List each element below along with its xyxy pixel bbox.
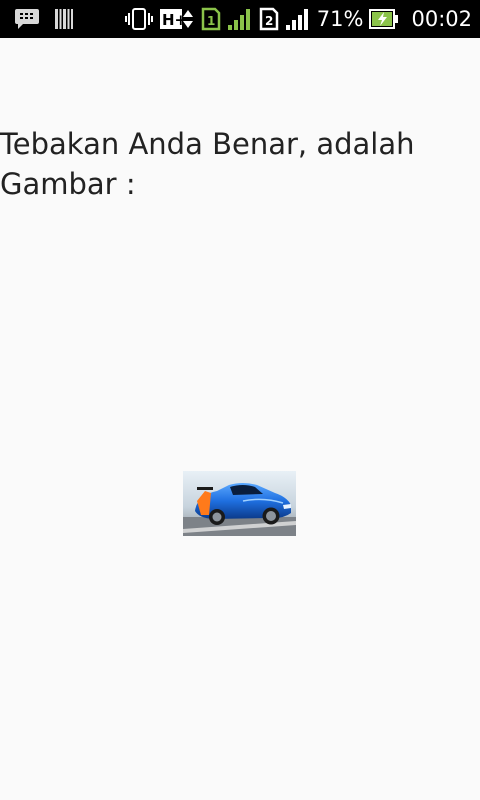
vibrate-icon (124, 7, 153, 31)
sim1-icon: 1 (201, 7, 221, 31)
main-content: Tebakan Anda Benar, adalah Gambar : (0, 38, 480, 800)
svg-text:H+: H+ (162, 11, 187, 29)
battery-percent: 71% (316, 7, 364, 31)
system-status-icons: H+ 1 2 71% 00:02 (124, 0, 472, 38)
car-image (183, 471, 296, 536)
barcode-notification-icon (54, 8, 74, 30)
notification-icons (14, 7, 74, 31)
svg-text:2: 2 (265, 14, 273, 28)
hplus-data-icon: H+ (159, 7, 195, 31)
answer-image (183, 471, 296, 536)
svg-text:1: 1 (207, 14, 215, 28)
result-message: Tebakan Anda Benar, adalah Gambar : (0, 127, 415, 201)
sim2-icon: 2 (259, 7, 279, 31)
clock: 00:02 (411, 7, 472, 31)
signal-2-icon (285, 7, 311, 31)
bbm-notification-icon (14, 8, 40, 30)
battery-charging-icon (369, 7, 399, 31)
status-bar: H+ 1 2 71% 00:02 (0, 0, 480, 38)
signal-1-icon (227, 7, 253, 31)
